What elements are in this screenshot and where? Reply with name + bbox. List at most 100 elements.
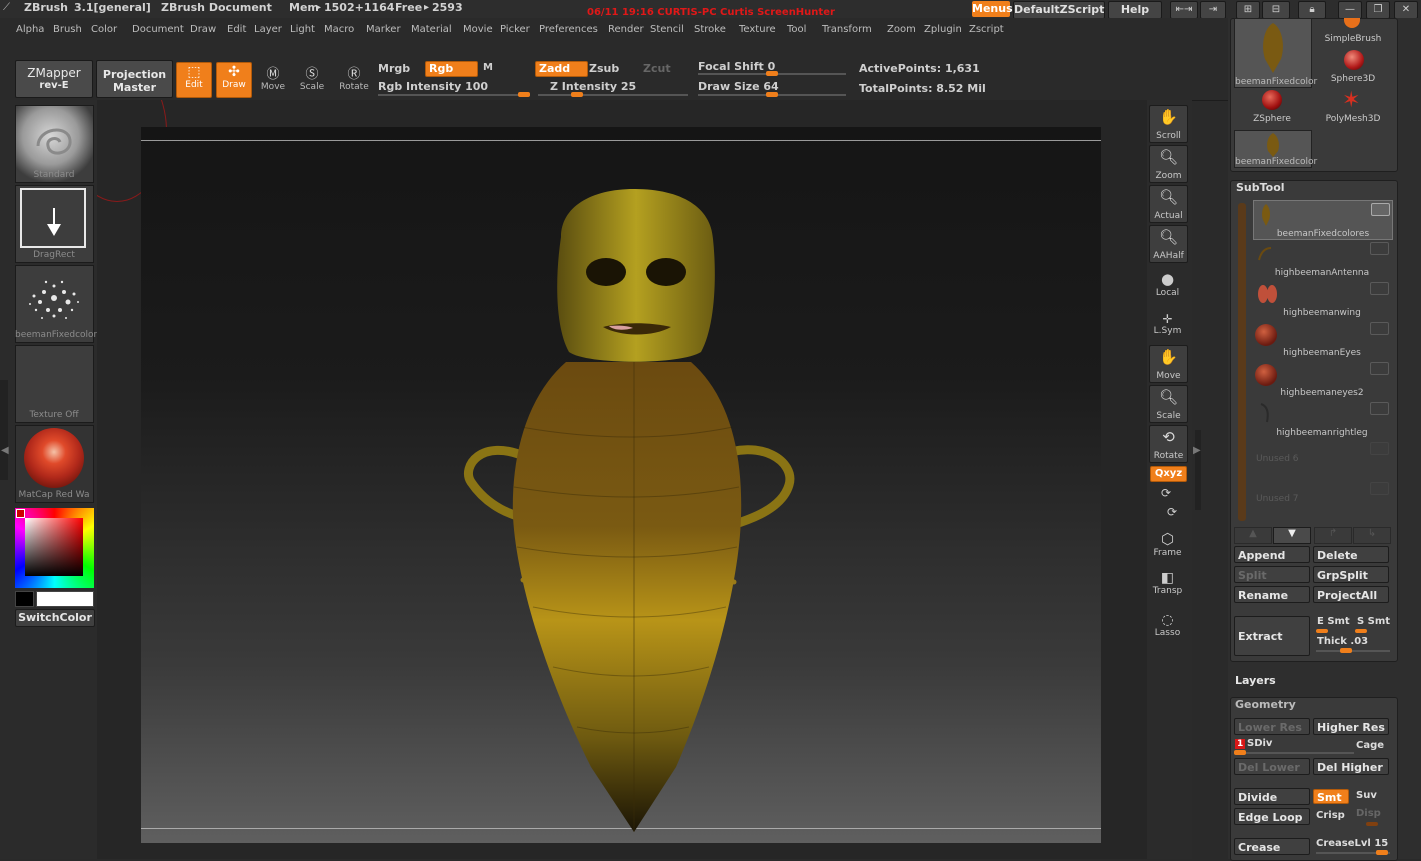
edit-button[interactable]: ⬚ Edit [176, 62, 212, 98]
menu-zoom[interactable]: Zoom [887, 24, 916, 35]
disp-knob[interactable] [1366, 822, 1378, 826]
z-intensity-knob[interactable] [571, 92, 583, 97]
menu-picker[interactable]: Picker [500, 24, 530, 35]
menu-draw[interactable]: Draw [190, 24, 216, 35]
lasso-button[interactable]: ◌ Lasso [1149, 612, 1186, 638]
tool-simplebrush[interactable]: SimpleBrush [1318, 18, 1388, 48]
projection-master-button[interactable]: Projection Master [96, 60, 173, 98]
menus-button[interactable]: Menus [972, 1, 1013, 17]
extract-button[interactable]: Extract [1234, 616, 1310, 656]
document-canvas[interactable] [141, 127, 1101, 843]
s-smt-knob[interactable] [1355, 629, 1367, 633]
scale-view-button[interactable]: 🔍︎ Scale [1149, 385, 1188, 423]
beeman-model[interactable] [141, 127, 1101, 843]
secondary-color-swatch[interactable] [15, 591, 34, 607]
draw-size-slider[interactable] [698, 92, 846, 97]
close-icon[interactable]: ✕ [1394, 1, 1418, 19]
thick-knob[interactable] [1340, 648, 1352, 653]
m-button[interactable]: M [483, 62, 493, 73]
subtool-item-2[interactable]: highbeemanwing [1253, 280, 1391, 318]
subtool-up-arrow-icon[interactable]: ▲ [1234, 527, 1272, 544]
menu-texture[interactable]: Texture [739, 24, 776, 35]
scroll-button[interactable]: ✋ Scroll [1149, 105, 1188, 143]
s-smt-toggle[interactable]: S Smt [1357, 616, 1390, 627]
delete-button[interactable]: Delete [1313, 546, 1389, 563]
tool-polymesh3d[interactable]: ✶ PolyMesh3D [1318, 88, 1388, 126]
higher-res-button[interactable]: Higher Res [1313, 718, 1389, 735]
cage-button[interactable]: Cage [1356, 740, 1384, 751]
grpsplit-button[interactable]: GrpSplit [1313, 566, 1389, 583]
subtool-eye-icon-2[interactable] [1370, 282, 1389, 295]
scale-button[interactable]: Ⓢ Scale [297, 63, 327, 97]
menu-edit[interactable]: Edit [227, 24, 246, 35]
left-tray-arrow-icon[interactable]: ◀ [1, 445, 9, 456]
e-smt-knob[interactable] [1316, 629, 1328, 633]
append-button[interactable]: Append [1234, 546, 1310, 563]
help-button[interactable]: Help [1108, 1, 1162, 19]
zmapper-button[interactable]: ZMapper rev-E [15, 60, 93, 98]
right-tray-arrow-icon[interactable]: ▶ [1193, 445, 1201, 456]
del-lower-button[interactable]: Del Lower [1234, 758, 1310, 775]
subtool-item-3[interactable]: highbeemanEyes [1253, 320, 1391, 358]
subtool-eye-icon-4[interactable] [1370, 362, 1389, 375]
menu-render[interactable]: Render [608, 24, 644, 35]
lsym-button[interactable]: ✛ L.Sym [1149, 312, 1186, 336]
geometry-title[interactable]: Geometry [1235, 698, 1296, 711]
default-zscript-button[interactable]: DefaultZScript [1013, 1, 1105, 19]
subtool-move-up-icon[interactable]: ↱ [1314, 527, 1352, 544]
move-view-button[interactable]: ✋ Move [1149, 345, 1188, 383]
subtool-eye-icon-0[interactable] [1371, 203, 1390, 216]
rotate-y-icon[interactable]: ⟳ [1161, 486, 1171, 500]
right-tray-handle[interactable] [1195, 430, 1201, 510]
menu-layer[interactable]: Layer [254, 24, 282, 35]
subtool-down-arrow-icon[interactable]: ▼ [1273, 527, 1311, 544]
sdiv-slider[interactable] [1234, 750, 1354, 755]
menu-color[interactable]: Color [91, 24, 117, 35]
edge-loop-button[interactable]: Edge Loop [1234, 808, 1310, 825]
frame-button[interactable]: ⬡ Frame [1149, 530, 1186, 558]
e-smt-toggle[interactable]: E Smt [1317, 616, 1350, 627]
crease-lvl-knob[interactable] [1376, 850, 1388, 855]
tool-zsphere[interactable]: ZSphere [1234, 90, 1310, 126]
tool-sphere3d[interactable]: Sphere3D [1318, 50, 1388, 86]
menu-macro[interactable]: Macro [324, 24, 354, 35]
menu-material[interactable]: Material [411, 24, 452, 35]
menu-document[interactable]: Document [132, 24, 184, 35]
layers-title[interactable]: Layers [1235, 674, 1276, 687]
maximize-icon[interactable]: ❐ [1366, 1, 1390, 19]
minimize-icon[interactable]: — [1338, 1, 1362, 19]
menu-tool[interactable]: Tool [787, 24, 806, 35]
focal-shift-knob[interactable] [766, 71, 778, 76]
rotate-button[interactable]: Ⓡ Rotate [338, 63, 370, 97]
zoom-button[interactable]: 🔍︎ Zoom [1149, 145, 1188, 183]
menu-stroke[interactable]: Stroke [694, 24, 726, 35]
z-intensity-slider[interactable] [538, 92, 688, 97]
menu-zscript[interactable]: Zscript [969, 24, 1004, 35]
focal-shift-slider[interactable] [698, 71, 846, 76]
subtool-eye-icon-1[interactable] [1370, 242, 1389, 255]
rotate-z-icon[interactable]: ⟳ [1167, 505, 1177, 519]
layout-icon[interactable]: ⊞ [1236, 1, 1260, 19]
menu-stencil[interactable]: Stencil [650, 24, 684, 35]
menu-alpha[interactable]: Alpha [16, 24, 44, 35]
main-color-swatch[interactable] [36, 591, 94, 607]
split-button[interactable]: Split [1234, 566, 1310, 583]
rotate-view-button[interactable]: ⟲ Rotate [1149, 425, 1188, 463]
subtool-title[interactable]: SubTool [1236, 181, 1285, 194]
menu-marker[interactable]: Marker [366, 24, 401, 35]
crease-button[interactable]: Crease [1234, 838, 1310, 855]
draw-button[interactable]: ✣ Draw [216, 62, 252, 98]
subtool-item-1[interactable]: highbeemanAntenna [1253, 240, 1391, 278]
subtool-eye-icon-3[interactable] [1370, 322, 1389, 335]
zcut-button[interactable]: Zcut [643, 62, 671, 75]
menu-preferences[interactable]: Preferences [539, 24, 598, 35]
sdiv-knob[interactable] [1234, 750, 1246, 755]
local-button[interactable]: ● Local [1149, 270, 1186, 298]
rename-button[interactable]: Rename [1234, 586, 1310, 603]
zsub-button[interactable]: Zsub [589, 62, 619, 75]
expand-ui-icon[interactable]: ⇥ [1200, 1, 1226, 19]
suv-toggle[interactable]: Suv [1356, 790, 1377, 801]
subtool-move-down-icon[interactable]: ↳ [1353, 527, 1391, 544]
rgb-intensity-slider[interactable] [378, 92, 530, 97]
hide-ui-icon[interactable]: ⇤⇥ [1170, 1, 1198, 19]
